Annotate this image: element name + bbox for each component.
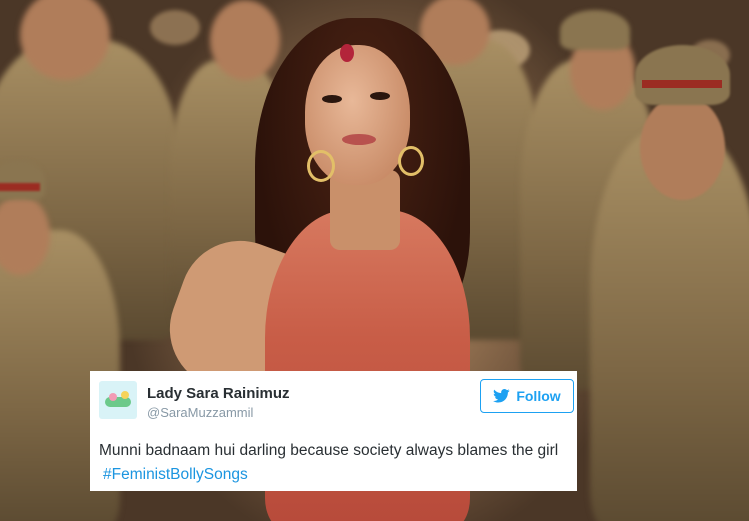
tweet-card: Lady Sara Rainimuz @SaraMuzzammil Follow… bbox=[90, 371, 577, 491]
avatar[interactable] bbox=[99, 381, 137, 419]
soldier-cap-band bbox=[642, 80, 722, 88]
tweet-body: Munni badnaam hui darling because societ… bbox=[99, 442, 559, 459]
follow-label: Follow bbox=[516, 388, 561, 404]
earring bbox=[398, 146, 424, 176]
dancer-eye bbox=[322, 95, 342, 103]
avatar-shape bbox=[109, 393, 117, 401]
avatar-shape bbox=[121, 391, 129, 399]
follow-button[interactable]: Follow bbox=[480, 379, 574, 413]
earring bbox=[307, 150, 335, 182]
dancer-eye bbox=[370, 92, 390, 100]
twitter-bird-icon bbox=[493, 389, 510, 403]
soldier-cap-band bbox=[0, 183, 40, 191]
soldier-cap bbox=[0, 160, 45, 200]
soldier-cap bbox=[635, 45, 730, 105]
soldier-face bbox=[210, 0, 280, 80]
bokeh-light bbox=[150, 10, 200, 45]
maang-tikka bbox=[340, 44, 354, 62]
user-handle[interactable]: @SaraMuzzammil bbox=[147, 405, 253, 420]
hashtag-link[interactable]: #FeministBollySongs bbox=[103, 466, 248, 483]
soldier-cap bbox=[560, 10, 630, 50]
display-name[interactable]: Lady Sara Rainimuz bbox=[147, 385, 290, 402]
dancer-lips bbox=[342, 134, 376, 145]
soldier-face bbox=[640, 95, 725, 200]
tweet-text: Munni badnaam hui darling because societ… bbox=[99, 439, 569, 487]
